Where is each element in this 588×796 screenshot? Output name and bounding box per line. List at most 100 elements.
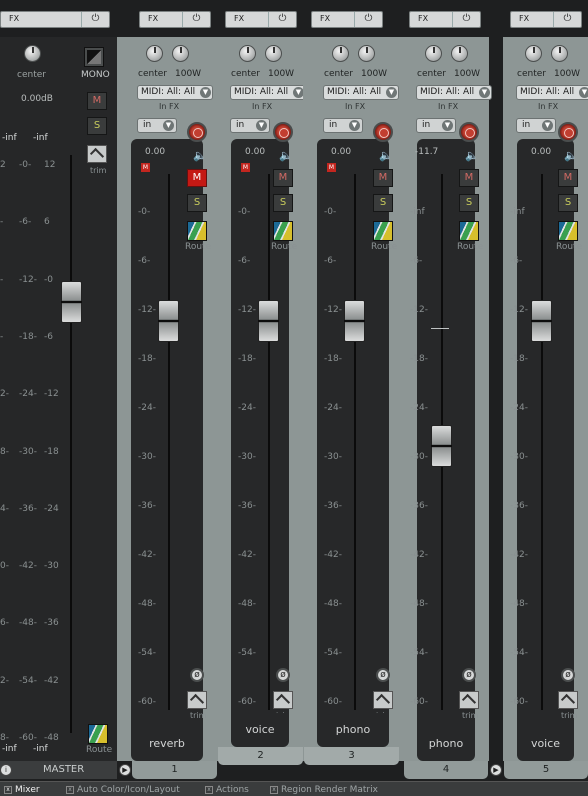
master-trim-icon[interactable] (87, 145, 107, 163)
route-icon[interactable] (373, 221, 393, 241)
track-name[interactable]: reverb (131, 727, 203, 761)
mono-button[interactable] (84, 47, 104, 67)
phase-icon[interactable]: ø (190, 668, 204, 682)
master-solo-button[interactable]: S (87, 117, 107, 135)
route-icon[interactable] (459, 221, 479, 241)
trim-icon[interactable] (273, 691, 293, 709)
track-name[interactable]: phono (317, 713, 389, 747)
midi-input-select[interactable]: MIDI: All: All ▼ (230, 85, 306, 100)
volume-fader[interactable] (431, 425, 452, 467)
track-5-fx-bar[interactable]: FX ⏻ (510, 11, 582, 28)
track-2-fx-bar[interactable]: FX ⏻ (225, 11, 297, 28)
midi-input-select[interactable]: MIDI: All: All ▼ (516, 85, 588, 100)
input-select[interactable]: in ▼ (516, 118, 556, 133)
folder-play-icon[interactable]: ▶ (490, 764, 502, 776)
scale-tick: -48- (410, 599, 428, 609)
input-select[interactable]: in ▼ (323, 118, 363, 133)
tab-region-render-matrix[interactable]: x Region Render Matrix (270, 783, 378, 796)
phase-icon[interactable]: ø (561, 668, 575, 682)
volume-fader[interactable] (258, 300, 279, 342)
phase-icon[interactable]: ø (276, 668, 290, 682)
phase-icon[interactable]: ø (376, 668, 390, 682)
width-knob[interactable] (451, 45, 468, 62)
solo-button[interactable]: S (373, 194, 393, 212)
track-name[interactable]: phono (417, 727, 475, 761)
width-knob[interactable] (172, 45, 189, 62)
power-icon[interactable]: ⏻ (354, 12, 382, 27)
record-arm-button[interactable] (273, 122, 293, 142)
midi-input-select[interactable]: MIDI: All: All ▼ (137, 85, 213, 100)
midi-input-select[interactable]: MIDI: All: All ▼ (416, 85, 492, 100)
mute-button[interactable]: M (187, 169, 207, 187)
tab-auto-color[interactable]: x Auto Color/Icon/Layout (66, 783, 180, 796)
input-select[interactable]: in ▼ (416, 118, 456, 133)
pan-knob[interactable] (425, 45, 442, 62)
solo-button[interactable]: S (273, 194, 293, 212)
solo-button[interactable]: S (187, 194, 207, 212)
info-icon[interactable]: i (0, 764, 12, 776)
pan-knob[interactable] (525, 45, 542, 62)
track-4-fx-bar[interactable]: FX ⏻ (409, 11, 481, 28)
width-knob[interactable] (265, 45, 282, 62)
input-select[interactable]: in ▼ (230, 118, 270, 133)
pan-knob[interactable] (146, 45, 163, 62)
solo-button[interactable]: S (459, 194, 479, 212)
mute-button[interactable]: M (373, 169, 393, 187)
trim-icon[interactable] (187, 691, 207, 709)
record-arm-button[interactable] (558, 122, 578, 142)
speaker-icon[interactable]: 🔈 (379, 150, 393, 162)
route-icon[interactable] (273, 221, 293, 241)
power-icon[interactable]: ⏻ (268, 12, 296, 27)
phase-icon[interactable]: ø (462, 668, 476, 682)
master-volume-fader[interactable] (61, 281, 82, 323)
track-number-tab[interactable]: 1 (132, 761, 217, 779)
master-route-icon[interactable] (88, 724, 108, 744)
volume-fader[interactable] (158, 300, 179, 342)
power-icon[interactable]: ⏻ (553, 12, 581, 27)
solo-button[interactable]: S (558, 194, 578, 212)
track-number-tab[interactable]: 3 (304, 747, 399, 765)
trim-icon[interactable] (558, 691, 578, 709)
midi-input-select[interactable]: MIDI: All: All ▼ (323, 85, 399, 100)
pan-knob[interactable] (332, 45, 349, 62)
tab-mixer[interactable]: x Mixer (4, 783, 40, 796)
speaker-icon[interactable]: 🔈 (564, 150, 578, 162)
width-knob[interactable] (358, 45, 375, 62)
master-pan-knob[interactable] (24, 45, 41, 62)
track-1-fx-bar[interactable]: FX ⏻ (139, 11, 211, 28)
tab-actions[interactable]: x Actions (205, 783, 249, 796)
folder-play-icon[interactable]: ▶ (119, 764, 131, 776)
scale-tick: -42- (324, 550, 342, 560)
mute-button[interactable]: M (273, 169, 293, 187)
route-icon[interactable] (187, 221, 207, 241)
speaker-icon[interactable]: 🔈 (279, 150, 293, 162)
master-mute-button[interactable]: M (87, 92, 107, 110)
volume-fader[interactable] (531, 300, 552, 342)
track-number-tab[interactable]: 5 (504, 761, 588, 779)
speaker-icon[interactable]: 🔈 (193, 150, 207, 162)
power-icon[interactable]: ⏻ (81, 12, 109, 27)
record-arm-button[interactable] (459, 122, 479, 142)
mute-button[interactable]: M (558, 169, 578, 187)
track-number-tab[interactable]: 4 (404, 761, 488, 779)
record-arm-button[interactable] (373, 122, 393, 142)
volume-fader[interactable] (344, 300, 365, 342)
trim-icon[interactable] (459, 691, 479, 709)
track-name[interactable]: voice (231, 713, 289, 747)
input-select[interactable]: in ▼ (137, 118, 177, 133)
pan-knob[interactable] (239, 45, 256, 62)
level-marker (431, 328, 449, 329)
scale-tick: -12- (238, 305, 256, 315)
mute-button[interactable]: M (459, 169, 479, 187)
record-arm-button[interactable] (187, 122, 207, 142)
power-icon[interactable]: ⏻ (452, 12, 480, 27)
track-number-tab[interactable]: 2 (218, 747, 303, 765)
width-knob[interactable] (551, 45, 568, 62)
track-name[interactable]: voice (517, 727, 574, 761)
trim-icon[interactable] (373, 691, 393, 709)
speaker-icon[interactable]: 🔈 (465, 150, 479, 162)
master-fx-bar[interactable]: FX ⏻ (0, 11, 110, 28)
track-3-fx-bar[interactable]: FX ⏻ (311, 11, 383, 28)
route-icon[interactable] (558, 221, 578, 241)
power-icon[interactable]: ⏻ (182, 12, 210, 27)
